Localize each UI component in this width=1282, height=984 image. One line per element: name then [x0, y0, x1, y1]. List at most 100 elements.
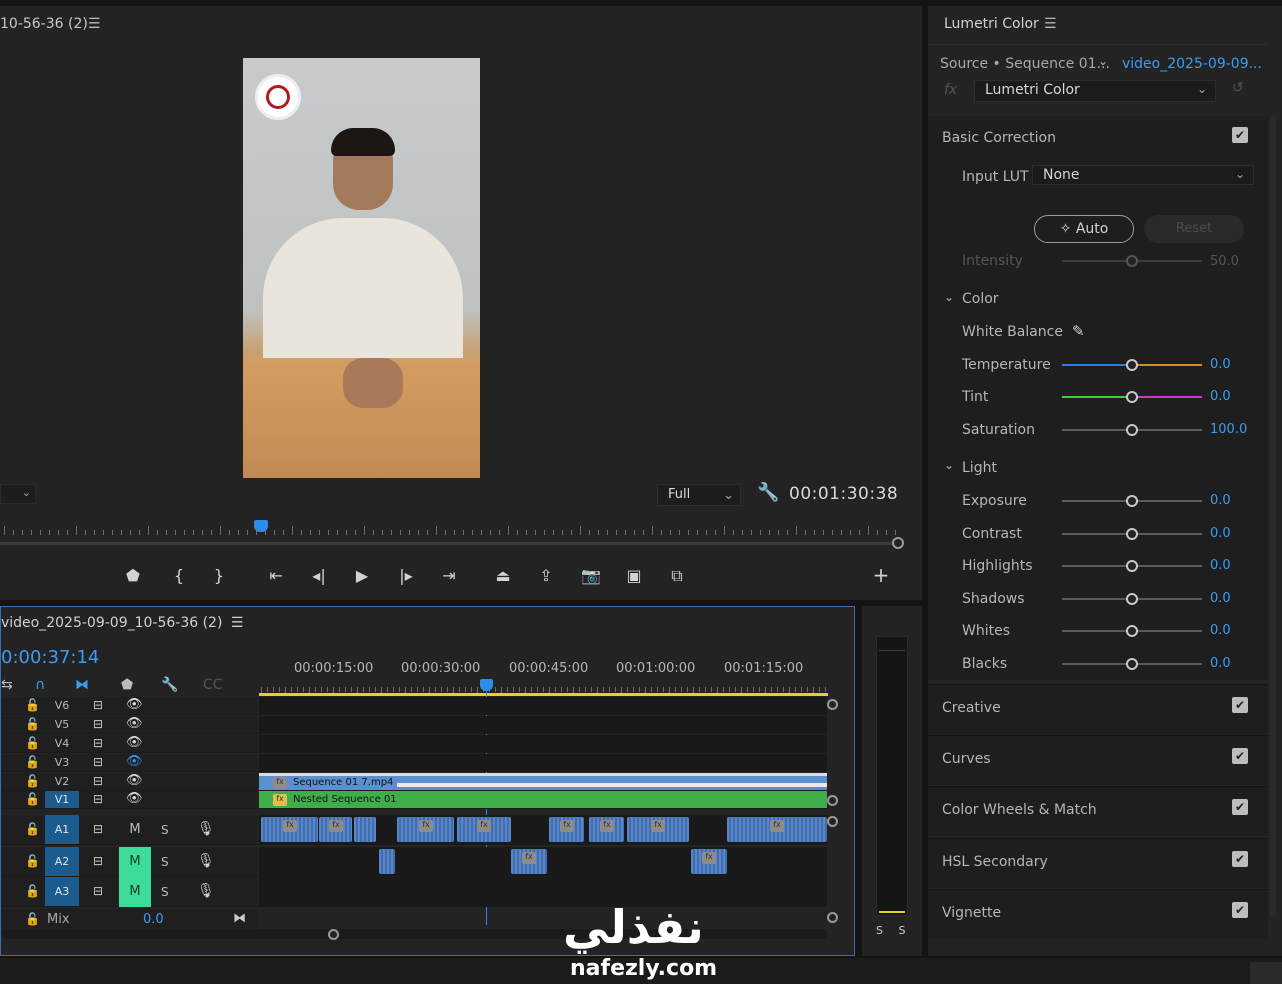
go-to-in-icon[interactable]: ⇤ — [262, 566, 290, 585]
slider-exposure[interactable] — [1062, 495, 1202, 507]
audio-clip[interactable]: fx — [549, 817, 584, 842]
settings-wrench-icon[interactable]: 🔧 — [757, 482, 779, 503]
slider-value-highlights[interactable]: 0.0 — [1210, 558, 1231, 573]
slider-value-contrast[interactable]: 0.0 — [1210, 526, 1231, 541]
extract-icon[interactable]: ⇪ — [532, 566, 560, 585]
reset-effect-icon[interactable]: ↺ — [1232, 80, 1244, 96]
audio-clip[interactable]: fx — [727, 817, 827, 842]
slider-value-saturation[interactable]: 100.0 — [1210, 422, 1247, 437]
track-target[interactable]: V1 — [45, 791, 79, 808]
sync-lock-icon[interactable]: ⊟ — [93, 755, 103, 769]
track-area[interactable]: fx Sequence 01 7.mp4 — [259, 773, 827, 790]
eye-icon[interactable]: 👁 — [126, 754, 143, 769]
audio-clip[interactable]: fx — [397, 817, 454, 842]
track-area[interactable]: fx fx fx fx fx fx fx fx — [259, 815, 827, 844]
track-area[interactable] — [259, 697, 827, 714]
track-target[interactable]: V5 — [45, 716, 79, 733]
sync-lock-icon[interactable]: ⊟ — [93, 884, 103, 898]
step-back-icon[interactable]: ◂| — [305, 566, 333, 585]
timeline-settings-wrench-icon[interactable]: 🔧 — [161, 677, 178, 693]
export-frame-camera-icon[interactable]: 📷 — [577, 566, 605, 585]
slider-blacks[interactable] — [1062, 658, 1202, 670]
lock-icon[interactable]: 🔓 — [25, 736, 40, 750]
eye-icon[interactable]: 👁 — [126, 791, 143, 806]
panel-scrollbar[interactable] — [1270, 116, 1276, 916]
step-forward-icon[interactable]: |▸ — [392, 566, 420, 585]
lock-icon[interactable]: 🔓 — [25, 698, 40, 712]
lock-icon[interactable]: 🔓 — [25, 717, 40, 731]
vertical-scroll-handle-bottom[interactable] — [827, 912, 838, 923]
effect-dropdown[interactable]: Lumetri Color ⌄ — [974, 80, 1216, 102]
hsl-secondary-checkbox[interactable]: ✔ — [1232, 851, 1248, 867]
lock-icon[interactable]: 🔓 — [25, 822, 40, 836]
eye-icon[interactable]: 👁 — [126, 697, 143, 712]
auto-button[interactable]: ✧ Auto — [1034, 215, 1134, 243]
linked-selection-icon[interactable]: ⧓ — [75, 677, 89, 693]
zoom-scroll-handle[interactable] — [892, 537, 904, 549]
vertical-scroll-handle-top[interactable] — [827, 699, 838, 710]
go-to-end-icon[interactable]: ⧓ — [233, 911, 246, 926]
audio-clip[interactable]: fx — [589, 817, 624, 842]
video-clip[interactable]: fx Sequence 01 7.mp4 — [259, 773, 827, 790]
light-section-header[interactable]: Light — [962, 460, 997, 476]
mute-button[interactable]: M — [119, 877, 151, 907]
curves-header[interactable]: Curves — [942, 751, 991, 767]
sync-lock-icon[interactable]: ⊟ — [93, 854, 103, 868]
track-target[interactable]: V6 — [45, 697, 79, 714]
eye-icon[interactable]: 👁 — [126, 735, 143, 750]
slider-value-temperature[interactable]: 0.0 — [1210, 357, 1231, 372]
slider-value-exposure[interactable]: 0.0 — [1210, 493, 1231, 508]
input-lut-dropdown[interactable]: None ⌄ — [1032, 165, 1254, 185]
slider-value-whites[interactable]: 0.0 — [1210, 623, 1231, 638]
color-wheels-match-header[interactable]: Color Wheels & Match — [942, 802, 1097, 818]
sync-lock-icon[interactable]: ⊟ — [93, 774, 103, 788]
program-playhead[interactable] — [254, 520, 268, 532]
eyedropper-icon[interactable]: ✎ — [1072, 322, 1085, 340]
track-target[interactable]: A3 — [45, 877, 79, 906]
work-area-bar[interactable] — [259, 693, 828, 696]
basic-correction-header[interactable]: Basic Correction — [942, 130, 1056, 146]
toggle-proxies-icon[interactable]: ⧉ — [663, 566, 691, 586]
source-sequence[interactable]: Source • Sequence 01... — [940, 56, 1110, 72]
solo-button[interactable]: S — [161, 885, 169, 899]
timeline-playhead[interactable] — [480, 679, 493, 691]
snap-magnet-icon[interactable]: ∩ — [35, 677, 45, 693]
lock-icon[interactable]: 🔓 — [25, 912, 40, 926]
basic-correction-checkbox[interactable]: ✔ — [1232, 127, 1248, 143]
slider-knob[interactable] — [1126, 625, 1138, 637]
slider-knob[interactable] — [1126, 391, 1138, 403]
track-area[interactable]: fx fx — [259, 847, 827, 876]
solo-button[interactable]: S — [161, 855, 169, 869]
audio-clip[interactable]: fx — [261, 817, 318, 842]
panel-menu-icon[interactable]: ☰ — [231, 615, 244, 631]
eye-icon[interactable]: 👁 — [126, 773, 143, 788]
track-target[interactable]: V4 — [45, 735, 79, 752]
vignette-header[interactable]: Vignette — [942, 905, 1001, 921]
comparison-view-icon[interactable]: ▣ — [620, 566, 648, 585]
sync-lock-icon[interactable]: ⊟ — [93, 736, 103, 750]
track-target[interactable]: A1 — [45, 815, 79, 844]
sequence-tab[interactable]: video_2025-09-09_10-56-36 (2) ☰ — [1, 615, 243, 631]
chevron-down-icon[interactable]: ⌄ — [944, 458, 954, 472]
intensity-slider[interactable] — [1062, 255, 1202, 267]
track-area[interactable] — [259, 877, 827, 906]
audio-clip[interactable] — [354, 817, 376, 842]
slider-contrast[interactable] — [1062, 528, 1202, 540]
insert-overwrite-icon[interactable]: ⇆ — [1, 677, 13, 693]
slider-knob[interactable] — [1126, 528, 1138, 540]
vertical-scroll-handle-audio[interactable] — [827, 816, 838, 827]
curves-checkbox[interactable]: ✔ — [1232, 748, 1248, 764]
slider-tint[interactable] — [1062, 391, 1202, 403]
sync-lock-icon[interactable]: ⊟ — [93, 698, 103, 712]
captions-icon[interactable]: CC — [203, 677, 223, 693]
slider-value-tint[interactable]: 0.0 — [1210, 389, 1231, 404]
audio-clip[interactable]: fx — [691, 849, 727, 874]
chevron-down-icon[interactable]: ⌄ — [944, 290, 954, 304]
go-to-out-icon[interactable]: ⇥ — [435, 566, 463, 585]
mute-button[interactable]: M — [119, 815, 151, 845]
play-icon[interactable]: ▶ — [348, 566, 376, 585]
audio-clip[interactable] — [379, 849, 395, 874]
track-area[interactable] — [259, 735, 827, 752]
slider-knob[interactable] — [1126, 560, 1138, 572]
vignette-checkbox[interactable]: ✔ — [1232, 902, 1248, 918]
